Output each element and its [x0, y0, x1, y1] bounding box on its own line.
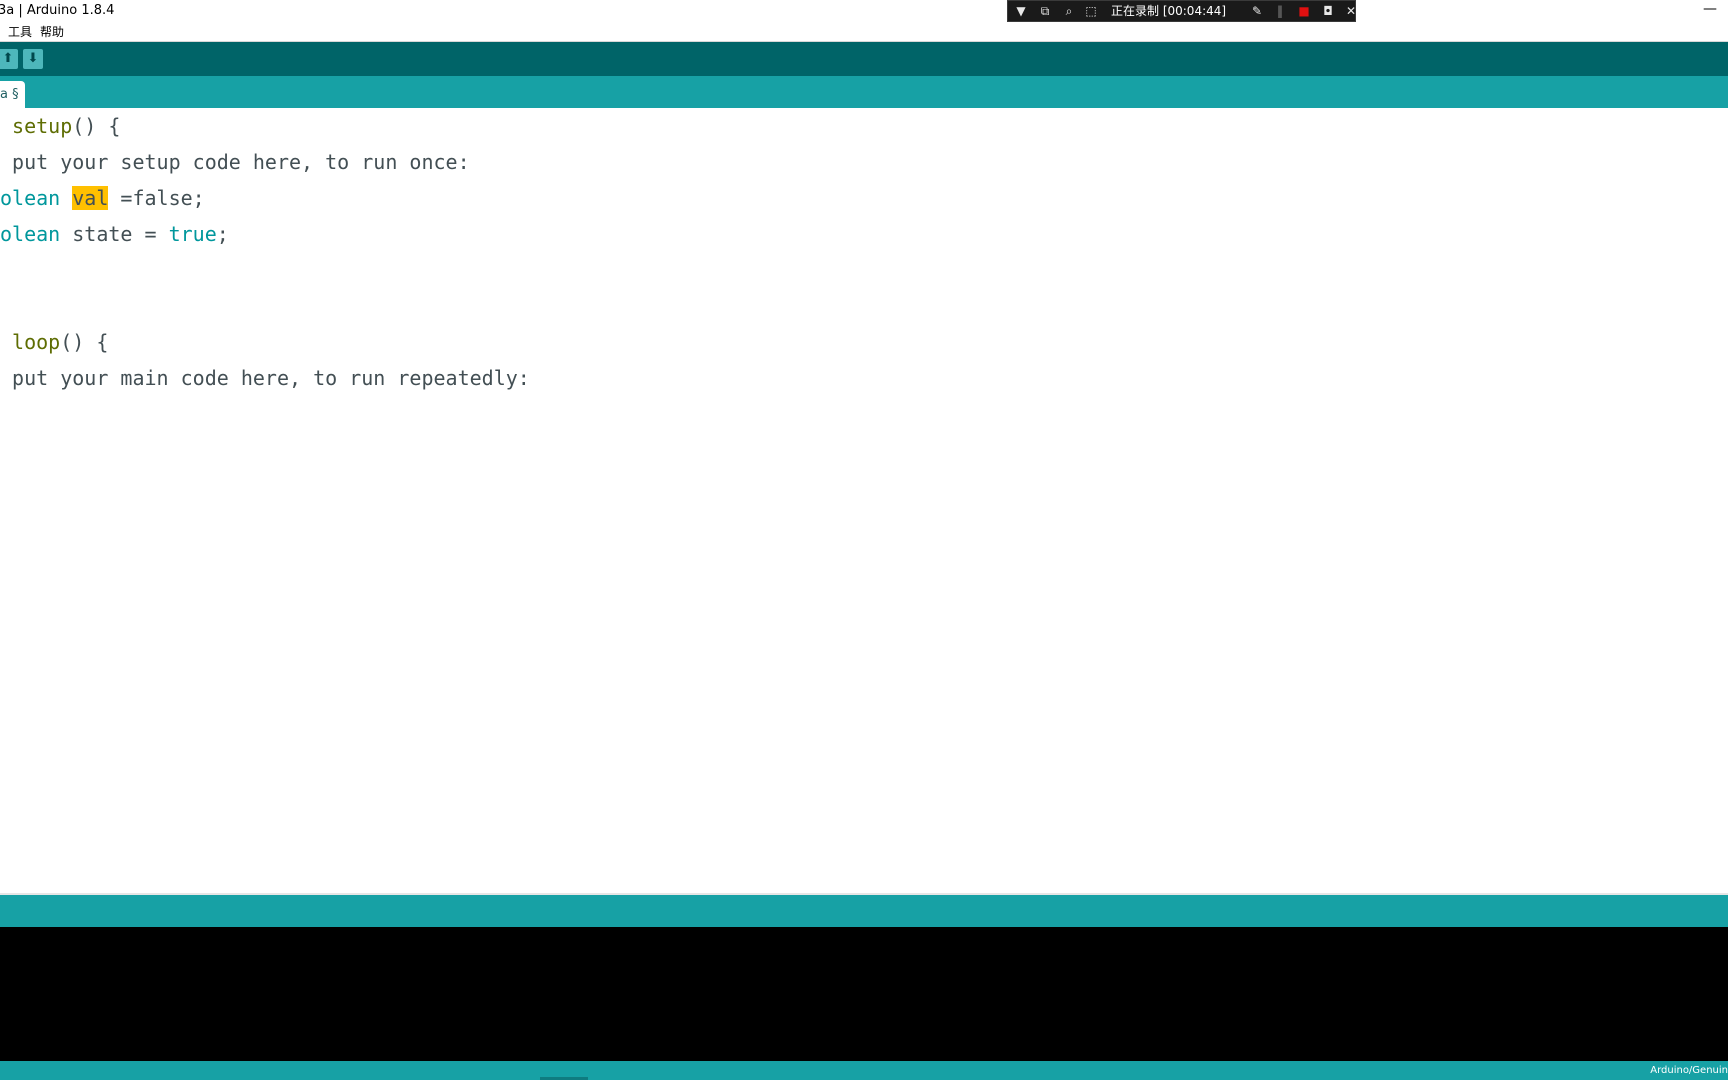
code-line-2: put your setup code here, to run once:: [0, 144, 470, 180]
code-line-3: olean val =false;: [0, 186, 205, 210]
stop-icon[interactable]: ■: [1295, 1, 1313, 21]
screen-recorder-bar: ▼ ⧉ ⌕ ⬚ 正在录制 [00:04:44] ✎ ‖ ■ ◘ ✕: [1007, 0, 1356, 22]
pause-icon[interactable]: ‖: [1271, 1, 1289, 21]
toolbar: ⬆ ⬇: [0, 42, 1728, 76]
board-label: Arduino/Genuin: [1650, 1065, 1728, 1076]
tab-bar: a §: [0, 76, 1728, 108]
window-title: 3a | Arduino 1.8.4: [0, 3, 115, 18]
pen-icon[interactable]: ✎: [1248, 1, 1266, 21]
arrow-down-icon: ⬇: [27, 51, 39, 66]
arrow-up-icon: ⬆: [2, 51, 14, 66]
open-button[interactable]: ⬆: [0, 49, 18, 69]
region-icon[interactable]: ⬚: [1082, 1, 1100, 21]
status-strip: [0, 893, 1728, 927]
code-line-7: loop() {: [12, 330, 109, 354]
code-line-1: setup() {: [12, 114, 121, 138]
code-line-4: olean state = true;: [0, 222, 229, 246]
type-keyword: olean: [0, 186, 61, 210]
type-keyword: olean: [0, 222, 61, 246]
func-setup: setup: [12, 114, 73, 138]
literal-true: true: [168, 222, 217, 246]
camera-icon[interactable]: ◘: [1319, 1, 1337, 21]
minimize-button[interactable]: —: [1692, 0, 1728, 22]
recording-status: 正在录制 [00:04:44]: [1111, 4, 1227, 18]
highlighted-identifier: val: [72, 186, 109, 210]
save-button[interactable]: ⬇: [23, 49, 43, 69]
menu-tools[interactable]: 工具: [8, 22, 32, 42]
menu-bar: 工具 帮助: [0, 22, 1728, 42]
dropdown-icon[interactable]: ▼: [1012, 1, 1030, 21]
tab-label: a §: [0, 87, 19, 102]
comment-loop: put your main code here, to run repeated…: [12, 366, 530, 390]
func-loop: loop: [12, 330, 61, 354]
code-line-8: put your main code here, to run repeated…: [0, 360, 530, 396]
close-icon[interactable]: ✕: [1342, 1, 1360, 21]
code-editor[interactable]: setup() { put your setup code here, to r…: [0, 108, 1728, 893]
menu-help[interactable]: 帮助: [40, 22, 64, 42]
console-output[interactable]: [0, 927, 1728, 1061]
footer-bar: Arduino/Genuin: [0, 1061, 1728, 1080]
title-bar: 3a | Arduino 1.8.4 —: [0, 0, 1728, 22]
restore-icon[interactable]: ⧉: [1036, 1, 1054, 21]
comment-setup: put your setup code here, to run once:: [12, 150, 470, 174]
tab-sketch[interactable]: a §: [0, 81, 25, 108]
zoom-icon[interactable]: ⌕: [1060, 1, 1078, 21]
